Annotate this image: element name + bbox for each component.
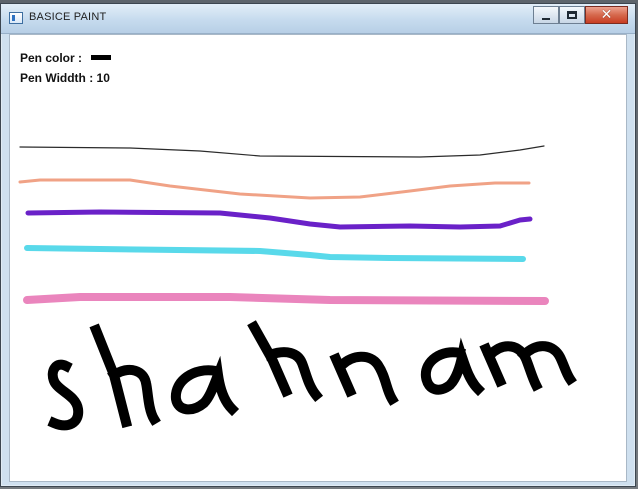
handwritten-name [47, 320, 577, 431]
stroke-black-thin [19, 145, 545, 158]
paint-app-icon [9, 12, 23, 24]
letter-a-2 [420, 337, 486, 397]
stroke-pink [23, 293, 549, 305]
window-titlebar[interactable]: BASICE PAINT ✕ [1, 4, 635, 34]
maximize-button[interactable] [559, 6, 585, 24]
stroke-purple [25, 209, 533, 230]
window-controls: ✕ [533, 6, 628, 26]
drawing-canvas[interactable]: Pen color : Pen Widdth : 10 [9, 34, 627, 482]
maximize-icon [567, 11, 577, 19]
letter-h-2 [247, 320, 324, 403]
close-button[interactable]: ✕ [585, 6, 628, 24]
stroke-salmon [18, 178, 531, 200]
letter-s [47, 359, 84, 431]
letter-h-1 [89, 323, 161, 429]
minimize-icon [542, 18, 550, 20]
stroke-cyan [24, 245, 526, 262]
letter-n [329, 351, 399, 406]
paint-window: BASICE PAINT ✕ Pen color : Pen Widdth : … [0, 3, 636, 487]
window-title: BASICE PAINT [29, 11, 107, 23]
drawing-layer [18, 145, 577, 431]
minimize-button[interactable] [533, 6, 559, 24]
close-icon: ✕ [600, 7, 613, 23]
letter-m [479, 341, 577, 392]
letter-a [170, 355, 240, 417]
